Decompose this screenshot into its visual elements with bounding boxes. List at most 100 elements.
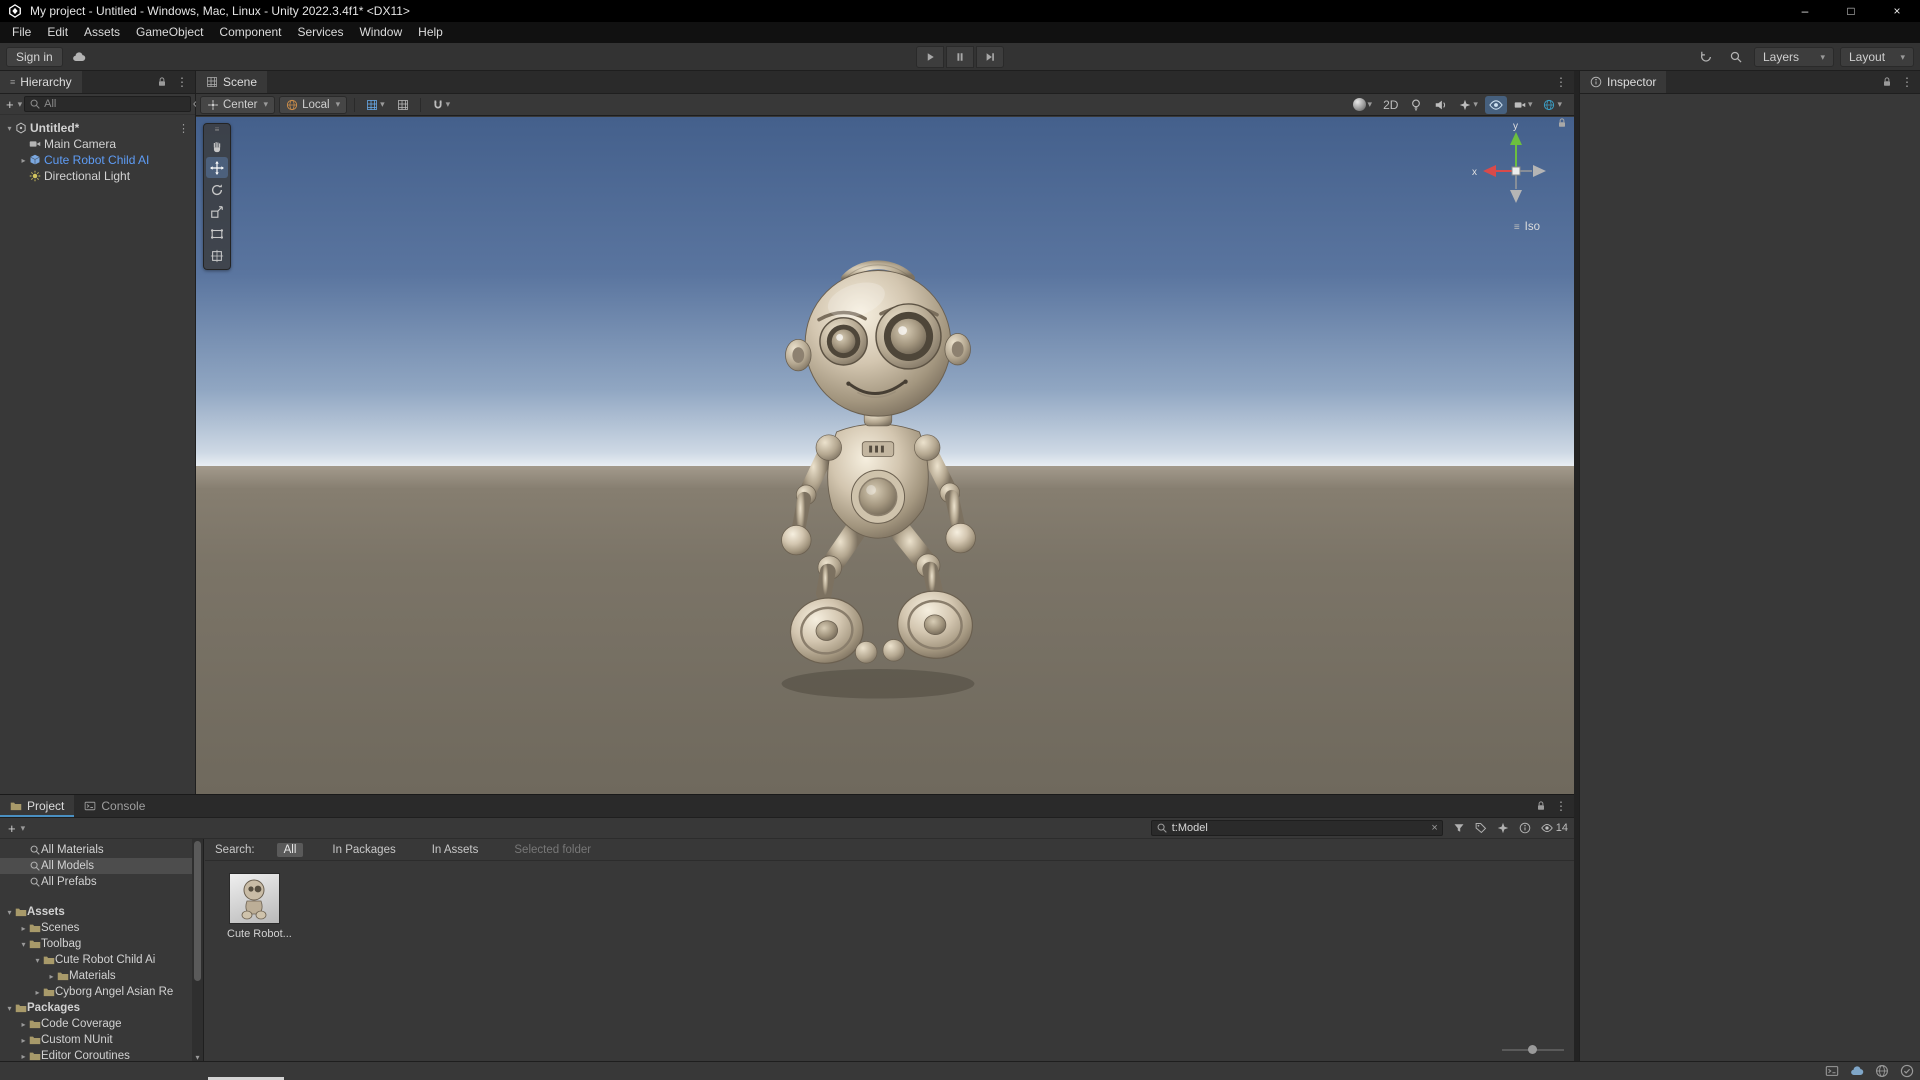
project-tree-item-custom-nunit[interactable]: ▸ Custom NUnit bbox=[0, 1032, 203, 1048]
project-content-area[interactable]: Search: All In Packages In Assets Select… bbox=[205, 839, 1574, 1062]
scope-in-packages-button[interactable]: In Packages bbox=[325, 843, 402, 857]
project-tree-item-cyborg-angel[interactable]: ▸ Cyborg Angel Asian Re bbox=[0, 984, 203, 1000]
transform-tool-button[interactable] bbox=[206, 245, 228, 266]
scope-in-assets-button[interactable]: In Assets bbox=[425, 843, 486, 857]
menu-gameobject[interactable]: GameObject bbox=[128, 22, 211, 43]
close-button[interactable]: × bbox=[1874, 0, 1920, 22]
menu-services[interactable]: Services bbox=[289, 22, 351, 43]
console-activity-icon[interactable] bbox=[1825, 1064, 1839, 1078]
network-status-icon[interactable] bbox=[1875, 1064, 1889, 1078]
info-icon[interactable] bbox=[1519, 822, 1531, 834]
hierarchy-scene-row[interactable]: ▾ Untitled* ⋮ bbox=[0, 120, 195, 136]
scene-visibility-button[interactable] bbox=[1484, 95, 1507, 114]
kebab-menu-icon[interactable]: ⋮ bbox=[178, 122, 191, 135]
menu-window[interactable]: Window bbox=[351, 22, 410, 43]
layout-dropdown[interactable]: Layout ▾ bbox=[1840, 47, 1914, 67]
project-tree-item-assets[interactable]: ▾ Assets bbox=[0, 904, 203, 920]
hidden-items-count[interactable]: 14 bbox=[1541, 822, 1568, 834]
lock-icon[interactable] bbox=[156, 76, 168, 88]
clear-search-icon[interactable]: × bbox=[1431, 822, 1437, 834]
tab-scene[interactable]: Scene bbox=[196, 71, 268, 93]
hierarchy-search-input[interactable] bbox=[44, 98, 187, 110]
project-tree-item-toolbag[interactable]: ▾ Toolbag bbox=[0, 936, 203, 952]
undo-history-button[interactable] bbox=[1694, 47, 1718, 67]
search-everywhere-button[interactable] bbox=[1724, 47, 1748, 67]
slider-thumb[interactable] bbox=[1528, 1045, 1537, 1054]
hierarchy-search-field[interactable] bbox=[24, 96, 192, 112]
play-button[interactable] bbox=[916, 46, 944, 68]
step-button[interactable] bbox=[976, 46, 1004, 68]
search-by-type-icon[interactable] bbox=[1453, 822, 1465, 834]
expand-arrow-icon[interactable]: ▾ bbox=[4, 908, 15, 917]
snap-increment-button[interactable] bbox=[393, 96, 413, 114]
scene-camera-settings-button[interactable]: ▾ bbox=[1510, 96, 1537, 114]
grid-visibility-button[interactable]: ▾ bbox=[362, 96, 389, 114]
project-tree-item-all-prefabs[interactable]: All Prefabs bbox=[0, 874, 203, 890]
2d-toggle-button[interactable]: 2D bbox=[1379, 96, 1402, 114]
project-tree-scrollbar[interactable]: ▾ bbox=[192, 839, 203, 1062]
project-search-input[interactable] bbox=[1171, 822, 1428, 834]
draw-mode-button[interactable]: ▾ bbox=[1349, 96, 1377, 114]
menu-edit[interactable]: Edit bbox=[39, 22, 76, 43]
kebab-menu-icon[interactable]: ⋮ bbox=[1555, 799, 1567, 813]
project-tree-item-all-materials[interactable]: All Materials bbox=[0, 842, 203, 858]
sign-in-button[interactable]: Sign in bbox=[6, 47, 63, 67]
project-tree-item-code-coverage[interactable]: ▸ Code Coverage bbox=[0, 1016, 203, 1032]
project-tree-item-materials[interactable]: ▸ Materials bbox=[0, 968, 203, 984]
kebab-menu-icon[interactable]: ⋮ bbox=[1901, 75, 1913, 89]
hierarchy-item-main-camera[interactable]: Main Camera bbox=[0, 136, 195, 152]
project-tree-item-scenes[interactable]: ▸ Scenes bbox=[0, 920, 203, 936]
project-tree-item-editor-coroutines[interactable]: ▸ Editor Coroutines bbox=[0, 1048, 203, 1062]
hierarchy-item-directional-light[interactable]: Directional Light bbox=[0, 168, 195, 184]
kebab-menu-icon[interactable]: ⋮ bbox=[1555, 75, 1567, 89]
expand-arrow-icon[interactable]: ▸ bbox=[32, 988, 43, 997]
tool-handle-rotation-button[interactable]: Local ▾ bbox=[279, 95, 348, 114]
lighting-toggle-button[interactable] bbox=[1405, 96, 1427, 114]
expand-arrow-icon[interactable]: ▸ bbox=[18, 1020, 29, 1029]
scale-tool-button[interactable] bbox=[206, 201, 228, 222]
expand-arrow-icon[interactable]: ▾ bbox=[4, 124, 15, 133]
project-tree-item-packages[interactable]: ▾ Packages bbox=[0, 1000, 203, 1016]
layers-dropdown[interactable]: Layers ▾ bbox=[1754, 47, 1834, 67]
snap-settings-button[interactable]: ▾ bbox=[428, 96, 455, 114]
move-tool-button[interactable] bbox=[206, 157, 228, 178]
thumbnail-zoom-slider[interactable] bbox=[1502, 1044, 1564, 1056]
rotate-tool-button[interactable] bbox=[206, 179, 228, 200]
menu-file[interactable]: File bbox=[4, 22, 39, 43]
chevron-down-icon[interactable]: ▾ bbox=[18, 99, 23, 110]
expand-arrow-icon[interactable]: ▸ bbox=[18, 1036, 29, 1045]
menu-help[interactable]: Help bbox=[410, 22, 451, 43]
maximize-button[interactable]: □ bbox=[1828, 0, 1874, 22]
tool-handle-pivot-button[interactable]: Center ▾ bbox=[200, 95, 276, 114]
chevron-down-icon[interactable]: ▾ bbox=[21, 823, 26, 834]
search-by-label-icon[interactable] bbox=[1475, 822, 1487, 834]
project-tree-item-cute-robot-child-ai[interactable]: ▾ Cute Robot Child Ai bbox=[0, 952, 203, 968]
expand-arrow-icon[interactable]: ▾ bbox=[32, 956, 43, 965]
expand-arrow-icon[interactable]: ▾ bbox=[18, 940, 29, 949]
expand-arrow-icon[interactable]: ▸ bbox=[18, 156, 29, 165]
rect-tool-button[interactable] bbox=[206, 223, 228, 244]
view-tool-button[interactable] bbox=[206, 135, 228, 156]
minimize-button[interactable]: – bbox=[1782, 0, 1828, 22]
project-tree-item-all-models[interactable]: All Models bbox=[0, 858, 203, 874]
cloud-status-icon[interactable] bbox=[1850, 1064, 1864, 1078]
asset-tile-cute-robot[interactable]: Cute Robot... bbox=[227, 873, 292, 940]
menu-component[interactable]: Component bbox=[211, 22, 289, 43]
projection-mode-label[interactable]: ≡ Iso bbox=[1514, 221, 1540, 233]
scrollbar-thumb[interactable] bbox=[194, 841, 201, 981]
lock-icon[interactable] bbox=[1535, 800, 1547, 812]
add-object-button[interactable]: + bbox=[4, 97, 16, 112]
tab-console[interactable]: Console bbox=[74, 795, 155, 817]
pause-button[interactable] bbox=[946, 46, 974, 68]
project-search-field[interactable]: × bbox=[1150, 820, 1443, 836]
gizmos-button[interactable]: ▾ bbox=[1539, 96, 1566, 114]
scene-viewport[interactable]: ≡ y x ≡ Iso bbox=[196, 117, 1574, 794]
kebab-menu-icon[interactable]: ⋮ bbox=[176, 75, 188, 89]
tab-hierarchy[interactable]: ≡ Hierarchy bbox=[0, 71, 82, 93]
expand-arrow-icon[interactable]: ▸ bbox=[18, 924, 29, 933]
lock-icon[interactable] bbox=[1881, 76, 1893, 88]
create-asset-button[interactable]: + bbox=[6, 821, 18, 836]
scope-all-button[interactable]: All bbox=[276, 842, 304, 857]
menu-assets[interactable]: Assets bbox=[76, 22, 128, 43]
lock-icon[interactable] bbox=[1556, 117, 1568, 129]
